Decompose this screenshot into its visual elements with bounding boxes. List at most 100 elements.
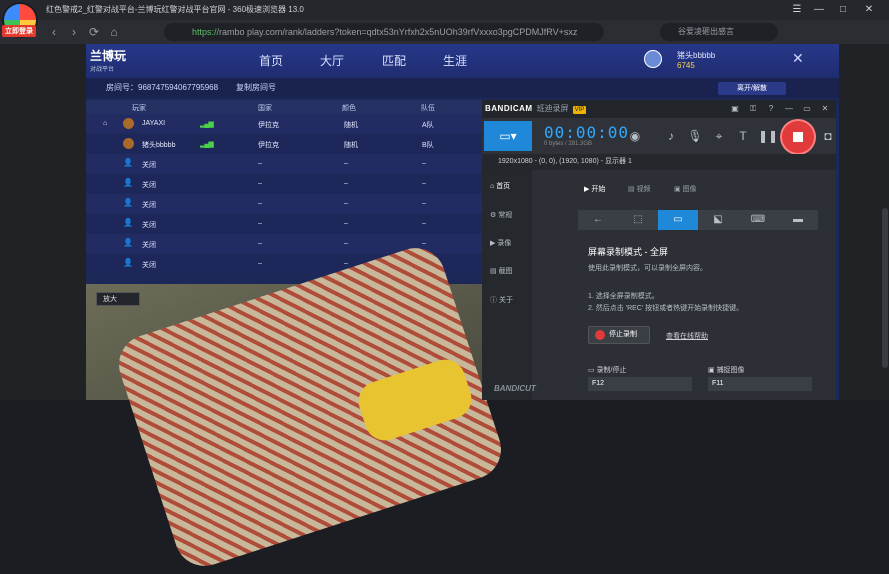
empty-slot-icon: 👤 bbox=[123, 258, 133, 267]
mode-back[interactable]: ← bbox=[578, 210, 618, 230]
screen-mode-button[interactable]: ▭▾ bbox=[484, 121, 532, 151]
bandicam-main bbox=[532, 170, 836, 400]
empty-slot-icon: 👤 bbox=[123, 158, 133, 167]
tab-image[interactable]: ▣ 图像 bbox=[674, 184, 697, 194]
bc-close-button[interactable]: ✕ bbox=[816, 100, 834, 118]
header-player: 玩家 bbox=[132, 105, 146, 112]
address-bar[interactable]: https://rambo play.com/rank/ladders?toke… bbox=[164, 23, 604, 41]
mode-game[interactable]: ⌨ bbox=[738, 210, 778, 230]
stop-record-button[interactable] bbox=[782, 121, 814, 153]
nav-career[interactable]: 生涯 bbox=[443, 52, 467, 69]
player-country[interactable]: – bbox=[258, 260, 262, 267]
player-name: 关闭 bbox=[142, 262, 156, 269]
table-row[interactable]: 👤 关闭 – – – bbox=[86, 194, 484, 214]
nav-home[interactable]: 首页 bbox=[259, 52, 283, 69]
player-color[interactable]: 随机 bbox=[344, 120, 358, 130]
mic-icon[interactable]: 🎙 bbox=[686, 127, 704, 145]
bandicut-logo[interactable]: BANDICUT bbox=[494, 384, 536, 393]
side-general[interactable]: ⚙ 常规 bbox=[490, 210, 512, 220]
bc-restore-button[interactable]: ▭ bbox=[798, 100, 816, 118]
player-name: 猪头bbbbb bbox=[142, 142, 176, 149]
header-color: 颜色 bbox=[342, 105, 356, 112]
pause-icon[interactable]: ❚❚ bbox=[758, 127, 778, 145]
player-color[interactable]: – bbox=[344, 180, 348, 187]
minimize-button[interactable]: — bbox=[812, 3, 826, 17]
user-avatar[interactable] bbox=[644, 50, 662, 68]
copy-room-button[interactable]: 复制房间号 bbox=[236, 78, 276, 98]
table-row[interactable]: 👤 关闭 – – – bbox=[86, 214, 484, 234]
site-logo[interactable]: 兰博玩 对战平台 bbox=[90, 47, 150, 75]
mode-rect[interactable]: ⬚ bbox=[618, 210, 658, 230]
player-country[interactable]: – bbox=[258, 240, 262, 247]
tab-start[interactable]: ▶ 开始 bbox=[584, 184, 605, 194]
player-team[interactable]: – bbox=[422, 180, 426, 187]
player-color[interactable]: – bbox=[344, 220, 348, 227]
maximize-button[interactable]: □ bbox=[836, 3, 850, 17]
player-color[interactable]: – bbox=[344, 160, 348, 167]
player-country[interactable]: – bbox=[258, 160, 262, 167]
enlarge-button[interactable]: 放大 bbox=[96, 292, 140, 306]
player-color[interactable]: – bbox=[344, 200, 348, 207]
leave-room-button[interactable]: 离开/解散 bbox=[718, 82, 786, 95]
player-country[interactable]: – bbox=[258, 180, 262, 187]
player-color[interactable]: 随机 bbox=[344, 140, 358, 150]
player-team[interactable]: – bbox=[422, 220, 426, 227]
player-country[interactable]: – bbox=[258, 220, 262, 227]
bc-minimize-button[interactable]: — bbox=[780, 100, 798, 118]
tab-video[interactable]: ▤ 视频 bbox=[628, 184, 651, 194]
folder-icon[interactable]: ▣ bbox=[726, 100, 744, 118]
player-color[interactable]: – bbox=[344, 260, 348, 267]
empty-slot-icon: 👤 bbox=[123, 218, 133, 227]
side-home[interactable]: ⌂ 首页 bbox=[490, 181, 510, 191]
login-badge[interactable]: 立即登录 bbox=[2, 25, 36, 37]
hotkey-rec-field[interactable]: F12 bbox=[588, 377, 692, 391]
refresh-button[interactable]: ⟳ bbox=[86, 24, 102, 40]
mode-fullscreen[interactable]: ▭ bbox=[658, 210, 698, 230]
speaker-icon[interactable]: ♪ bbox=[662, 127, 680, 145]
side-about[interactable]: ⓘ 关于 bbox=[490, 295, 513, 305]
mode-device[interactable]: ▬ bbox=[778, 210, 818, 230]
table-row[interactable]: ▂▄▆ 猪头bbbbb 伊拉克 随机 B队 bbox=[86, 134, 484, 154]
online-help-link[interactable]: 查看在线帮助 bbox=[666, 331, 708, 341]
tab-image-label: 图像 bbox=[682, 186, 697, 193]
table-row[interactable]: 👤 关闭 – – – bbox=[86, 174, 484, 194]
player-country[interactable]: 伊拉克 bbox=[258, 120, 279, 130]
player-color[interactable]: – bbox=[344, 240, 348, 247]
player-table: 玩家 国家 颜色 队伍 ⌂ ▂▄▆ JAYAXI 伊拉克 随机 A队 ▂▄▆ 猪头bbbbb 伊… bbox=[86, 100, 484, 274]
mouse-icon[interactable]: ⌖ bbox=[710, 127, 728, 145]
window-title-bar: 红色警戒2_红警对战平台-兰博玩红警对战平台官网 - 360极速浏览器 13.0 bbox=[0, 0, 889, 20]
menu-icon[interactable]: ☰ bbox=[790, 3, 804, 17]
side-video[interactable]: ▶ 录像 bbox=[490, 238, 511, 248]
player-team[interactable]: – bbox=[422, 160, 426, 167]
text-icon[interactable]: T bbox=[734, 127, 752, 145]
player-team[interactable]: – bbox=[422, 200, 426, 207]
side-image[interactable]: ▤ 截图 bbox=[490, 266, 513, 276]
table-row[interactable]: ⌂ ▂▄▆ JAYAXI 伊拉克 随机 A队 bbox=[86, 114, 484, 134]
table-row[interactable]: 👤 关闭 – – – bbox=[86, 154, 484, 174]
webcam-icon[interactable]: ◉ bbox=[626, 127, 644, 145]
player-name: 关闭 bbox=[142, 202, 156, 209]
stop-recording-button[interactable]: 停止录制 bbox=[588, 326, 650, 344]
close-icon[interactable]: ✕ bbox=[792, 50, 804, 67]
hotkey-cap-field[interactable]: F11 bbox=[708, 377, 812, 391]
forward-button[interactable]: › bbox=[66, 24, 82, 40]
help-icon[interactable]: ? bbox=[762, 100, 780, 118]
nav-lobby[interactable]: 大厅 bbox=[320, 52, 344, 69]
player-team[interactable]: B队 bbox=[422, 140, 434, 150]
mode-around-mouse[interactable]: ⬕ bbox=[698, 210, 738, 230]
player-team[interactable]: A队 bbox=[422, 120, 434, 130]
player-country[interactable]: 伊拉克 bbox=[258, 140, 279, 150]
camera-icon[interactable]: ◘ bbox=[819, 127, 837, 145]
back-button[interactable]: ‹ bbox=[46, 24, 62, 40]
home-button[interactable]: ⌂ bbox=[106, 24, 122, 40]
side-about-label: 关于 bbox=[498, 297, 513, 304]
mode-title: 屏幕录制模式 - 全屏 bbox=[588, 247, 668, 257]
player-team[interactable]: – bbox=[422, 240, 426, 247]
close-window-button[interactable]: ✕ bbox=[862, 3, 876, 17]
tab-video-label: 视频 bbox=[636, 186, 651, 193]
lock-icon[interactable]: ⚿ bbox=[744, 100, 762, 118]
search-input[interactable]: 谷爱凌砸出感言 bbox=[660, 23, 778, 41]
page-scrollbar[interactable] bbox=[882, 208, 888, 368]
nav-match[interactable]: 匹配 bbox=[382, 52, 406, 69]
player-country[interactable]: – bbox=[258, 200, 262, 207]
